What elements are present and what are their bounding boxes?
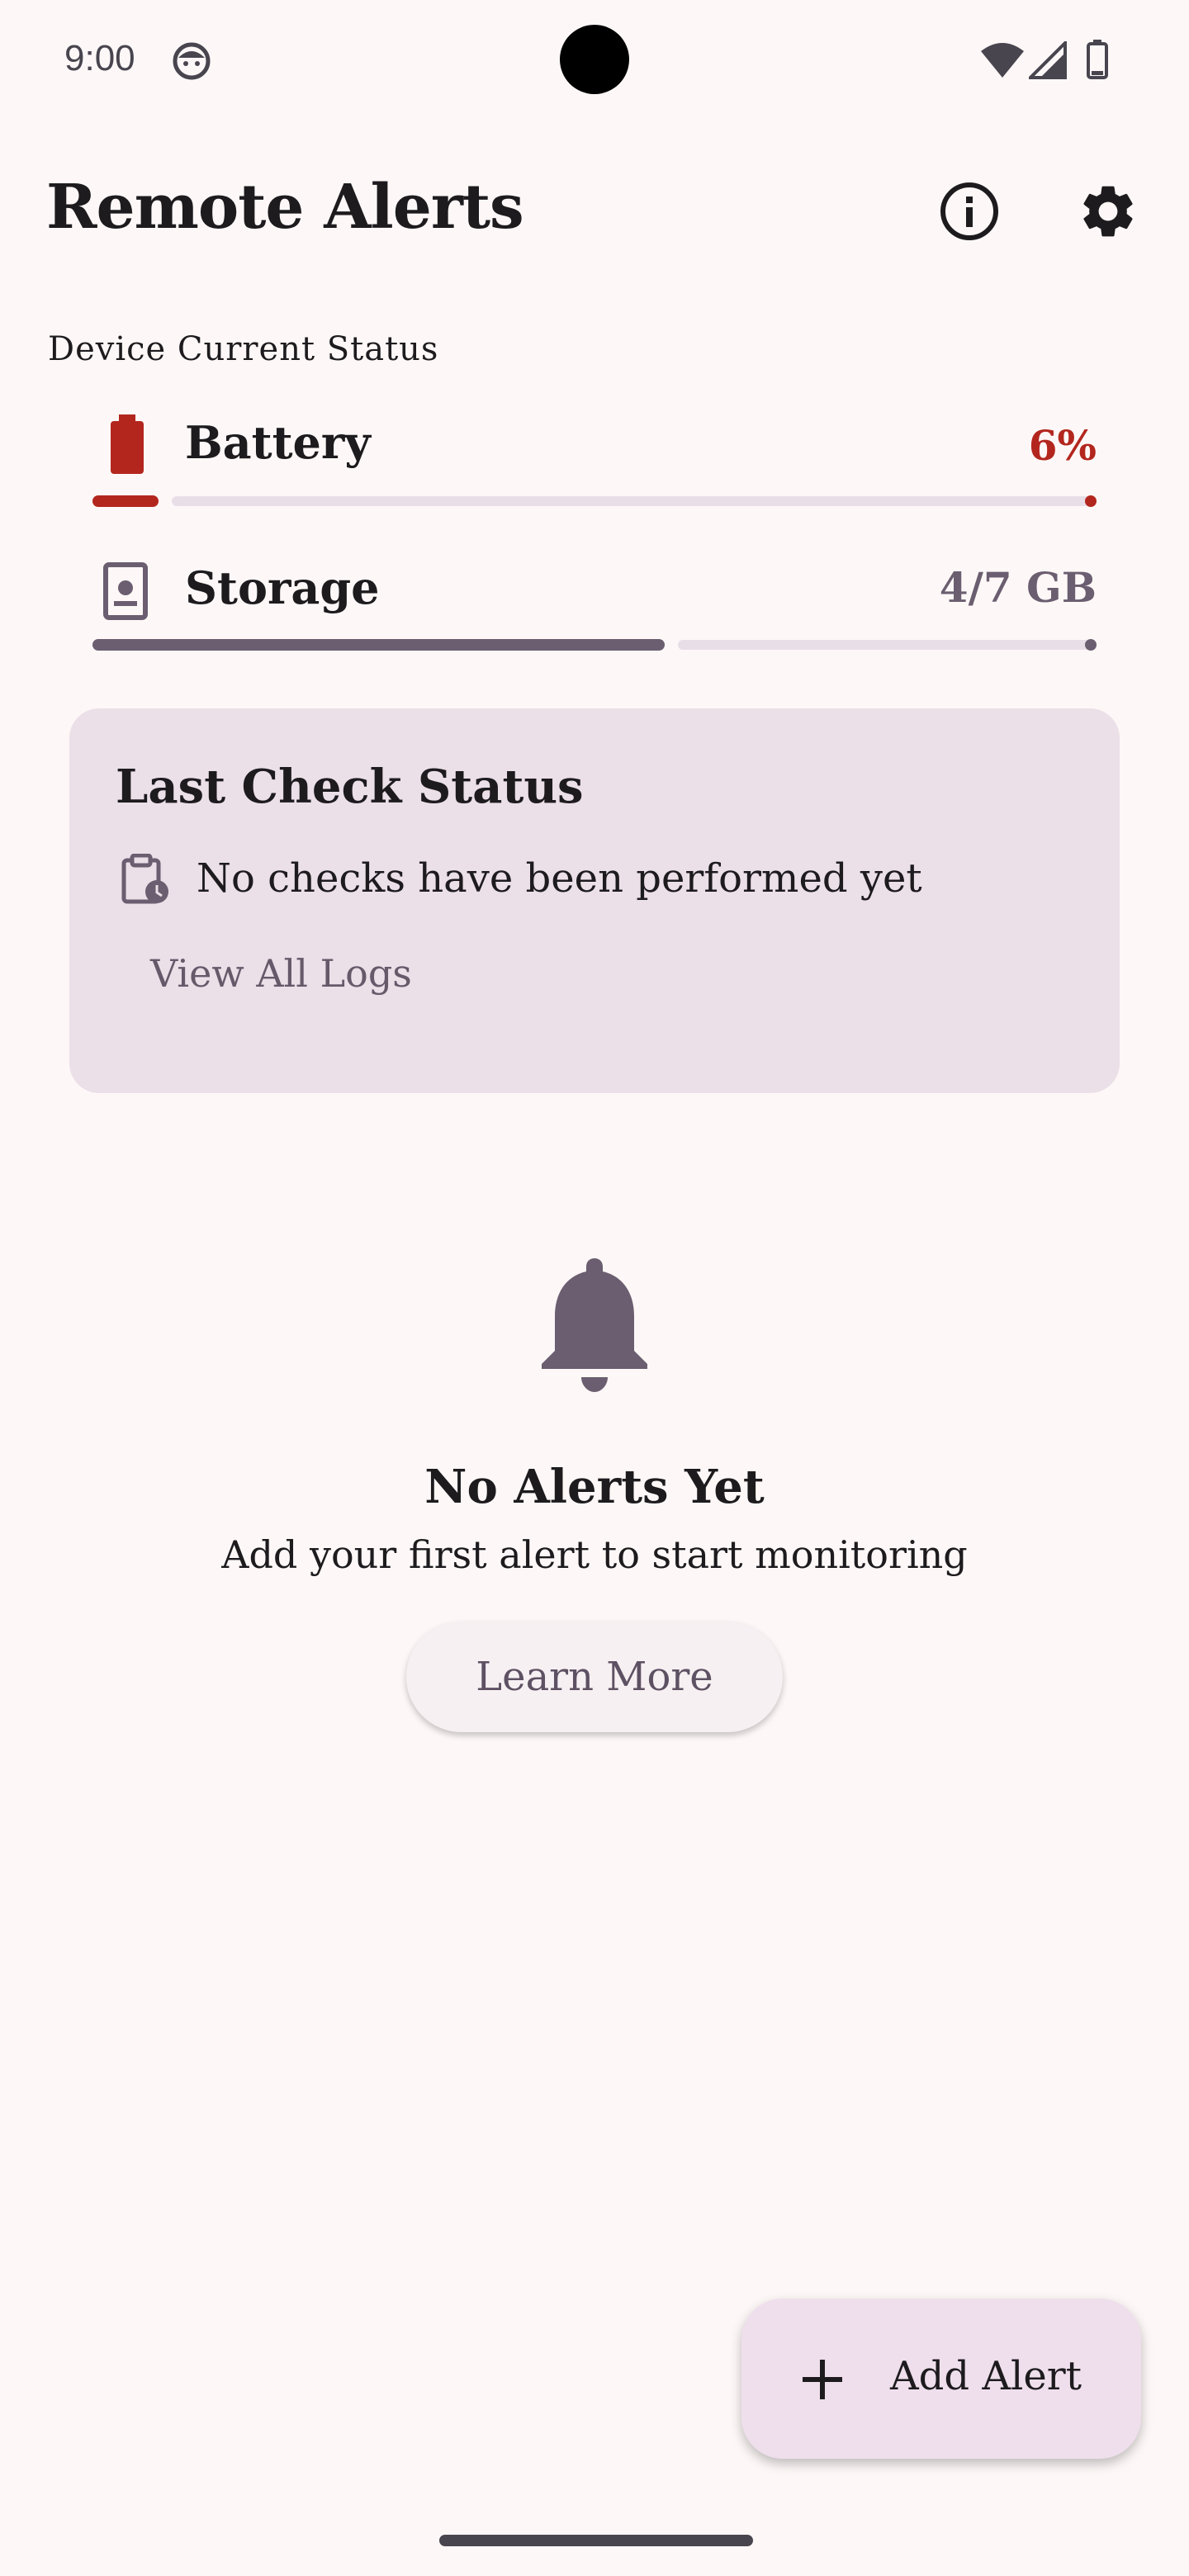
battery-progress-fill <box>92 495 159 507</box>
battery-value: 6% <box>1028 421 1097 470</box>
status-time: 9:00 <box>64 38 135 78</box>
storage-progress-end <box>1085 639 1097 651</box>
signal-icon <box>1029 41 1067 79</box>
page-title: Remote Alerts <box>46 172 524 243</box>
storage-icon <box>103 562 148 620</box>
view-all-logs-button[interactable]: View All Logs <box>126 941 437 1006</box>
storage-value: 4/7 GB <box>939 563 1097 612</box>
empty-state-subtitle: Add your first alert to start monitoring <box>221 1532 968 1577</box>
front-camera <box>560 25 629 94</box>
storage-progress-fill <box>92 639 665 651</box>
battery-icon <box>111 414 144 474</box>
last-check-message: No checks have been performed yet <box>197 855 922 902</box>
bell-icon <box>542 1258 647 1392</box>
wifi-icon <box>981 43 1024 78</box>
learn-more-button[interactable]: Learn More <box>406 1622 783 1732</box>
home-indicator[interactable] <box>439 2535 753 2546</box>
storage-label: Storage <box>185 561 380 614</box>
plus-icon <box>803 2360 842 2399</box>
status-battery-icon <box>1087 40 1108 79</box>
info-button[interactable] <box>930 172 1009 251</box>
notification-face-icon <box>173 42 211 80</box>
storage-progress <box>92 639 1097 651</box>
add-alert-label: Add Alert <box>890 2353 1082 2399</box>
empty-state-title: No Alerts Yet <box>424 1460 765 1514</box>
clipboard-clock-icon <box>121 854 168 904</box>
battery-progress <box>92 495 1097 507</box>
battery-progress-track <box>172 496 1090 506</box>
gear-icon <box>1083 186 1133 237</box>
device-status-label: Device Current Status <box>48 330 439 368</box>
battery-label: Battery <box>185 416 371 469</box>
storage-progress-track <box>678 640 1090 650</box>
info-icon <box>940 182 998 240</box>
settings-button[interactable] <box>1068 172 1148 251</box>
last-check-title: Last Check Status <box>116 760 584 814</box>
battery-progress-end <box>1085 495 1097 507</box>
